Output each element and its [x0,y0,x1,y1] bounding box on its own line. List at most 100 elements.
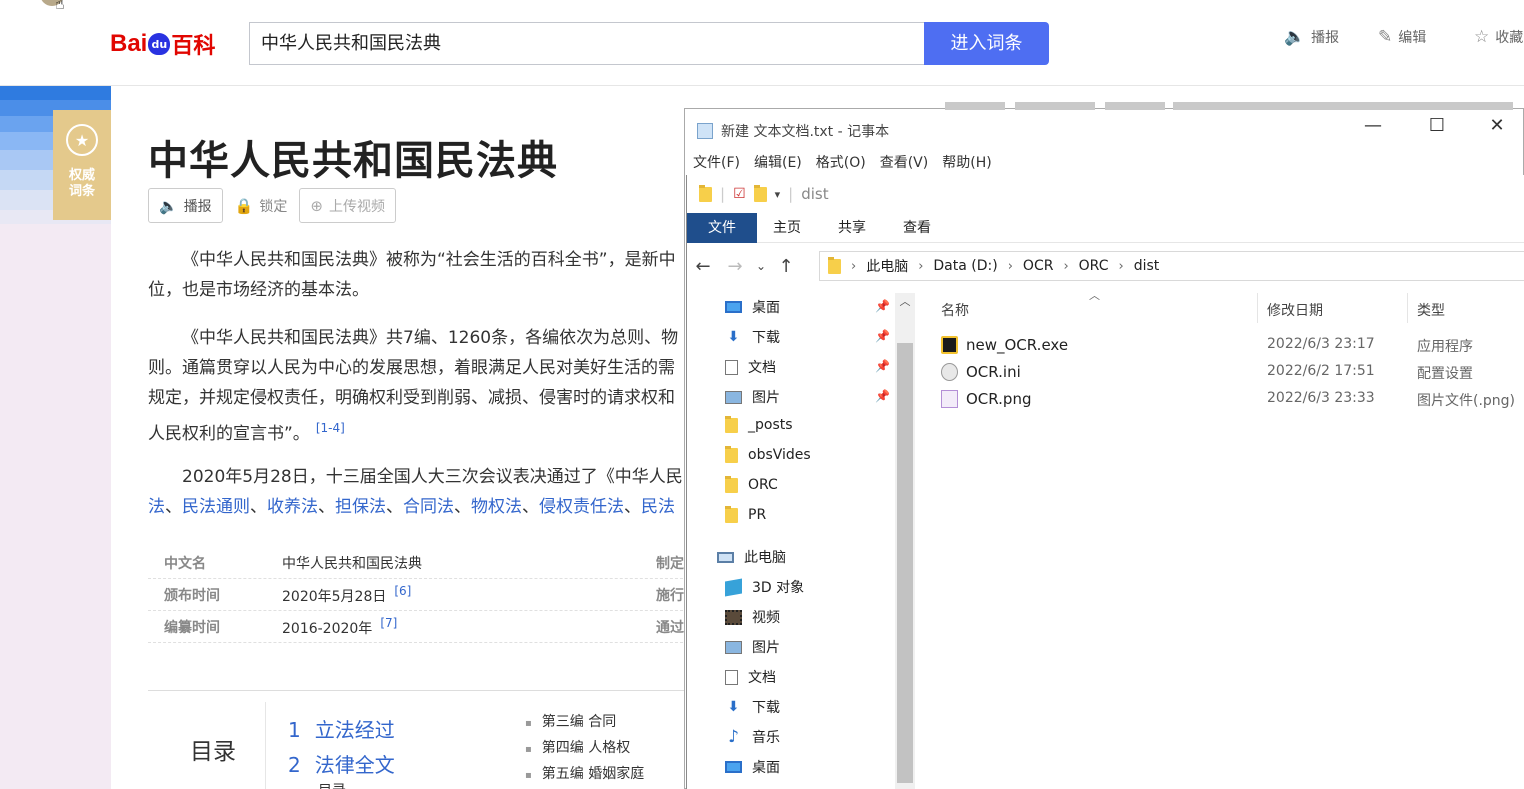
column-header-type[interactable]: 类型 [1417,300,1445,320]
file-row[interactable]: new_OCR.exe 2022/6/3 23:17 应用程序 [915,332,1524,359]
pin-icon[interactable]: 📌 [875,299,890,313]
law-link[interactable]: 民法 [641,497,675,517]
column-divider[interactable] [1257,293,1258,323]
breadcrumb-item[interactable]: OCR [1023,258,1054,274]
toc-item[interactable]: 目录 [318,780,346,789]
law-link[interactable]: 民法通则 [182,497,250,517]
explorer-title: dist [801,185,829,203]
file-row[interactable]: OCR.png 2022/6/3 23:33 图片文件(.png) [915,386,1524,413]
law-link[interactable]: 收养法 [267,497,318,517]
scroll-up-chevron-icon[interactable]: ︿ [895,293,915,309]
search-input[interactable]: 中华人民共和国民法典 [249,22,925,65]
tree-item-3d-objects[interactable]: 3D 对象 [725,577,804,597]
tree-item-pictures[interactable]: 图片 [725,387,780,407]
breadcrumb-item[interactable]: ORC [1079,258,1109,274]
tab-view[interactable]: 查看 [903,213,931,243]
menu-file[interactable]: 文件(F) [693,152,740,172]
toc-subitem[interactable]: 第三编 合同 [525,711,616,731]
favorite-tool-button[interactable]: ☆ 收藏 [1474,27,1523,47]
file-row[interactable]: OCR.ini 2022/6/2 17:51 配置设置 [915,359,1524,386]
upload-video-button[interactable]: ⊕ 上传视频 [299,188,396,223]
file-explorer-window[interactable]: | ☑ ▾ | dist 文件 主页 共享 查看 ← → ⌄ ↑ › 此电脑 ›… [686,175,1524,789]
tree-item-this-pc[interactable]: 此电脑 [717,547,786,567]
properties-checkbox-icon[interactable]: ☑ [733,186,746,202]
link-separator: 、 [522,497,539,517]
notepad-titlebar[interactable]: 新建 文本文档.txt - 记事本 [697,121,889,141]
tab-home[interactable]: 主页 [773,213,801,243]
column-divider[interactable] [1407,293,1408,323]
tree-item-music[interactable]: ♪ 音乐 [725,727,780,747]
info-row: 颁布时间 2020年5月28日 [6] 施行 [148,579,688,611]
file-list-header: ︿ 名称 修改日期 类型 [915,289,1524,323]
back-arrow-icon[interactable]: ← [687,256,719,277]
menu-format[interactable]: 格式(O) [816,152,866,172]
broadcast-button[interactable]: 🔈 播报 [148,188,223,223]
toc-subitem[interactable]: 第五编 婚姻家庭 [525,763,644,783]
breadcrumb-item[interactable]: dist [1134,258,1160,274]
breadcrumb-chevron-icon[interactable]: › [918,259,923,274]
breadcrumb-item[interactable]: Data (D:) [933,258,997,274]
pin-icon[interactable]: 📌 [875,389,890,403]
breadcrumb-chevron-icon[interactable]: › [1063,259,1068,274]
breadcrumb-chevron-icon[interactable]: › [851,259,856,274]
tree-item-label: 桌面 [752,300,780,316]
address-bar[interactable]: › 此电脑 › Data (D:) › OCR › ORC › dist [819,251,1524,281]
tab-file[interactable]: 文件 [687,213,757,243]
baidu-baike-logo[interactable]: Bai du 百科 [110,28,215,60]
new-folder-icon[interactable] [753,184,767,202]
recent-locations-chevron-icon[interactable]: ⌄ [751,259,771,273]
reference-link[interactable]: [7] [380,616,397,630]
tree-item-videos[interactable]: 视频 [725,607,780,627]
tree-item-orc[interactable]: ORC [725,475,778,493]
up-arrow-icon[interactable]: ↑ [771,256,801,277]
column-header-name[interactable]: 名称 [941,300,969,320]
menu-edit[interactable]: 编辑(E) [754,152,802,172]
law-link[interactable]: 侵权责任法 [539,497,624,517]
tab-share[interactable]: 共享 [838,213,866,243]
file-type: 应用程序 [1417,339,1473,355]
tree-item-pictures[interactable]: 图片 [725,637,780,657]
info-value: 2020年5月28日 [282,588,387,605]
reference-link[interactable]: [6] [394,584,411,598]
law-link[interactable]: 担保法 [335,497,386,517]
menu-help[interactable]: 帮助(H) [942,152,991,172]
lock-icon: 🔒 [234,196,254,215]
maximize-button[interactable]: ☐ [1417,115,1457,136]
tree-item-documents[interactable]: 文档 [725,667,776,687]
tree-item-downloads[interactable]: ⬇ 下载 [725,697,780,717]
tree-item-obsvides[interactable]: obsVides [725,445,811,463]
toc-subitem[interactable]: 第四编 人格权 [525,737,630,757]
column-header-date[interactable]: 修改日期 [1267,300,1323,320]
tree-item-label: ORC [748,477,778,493]
tree-item-posts[interactable]: _posts [725,415,793,433]
forward-arrow-icon[interactable]: → [719,256,751,277]
edit-tool-button[interactable]: ✎ 编辑 [1378,27,1426,47]
breadcrumb-item[interactable]: 此电脑 [866,256,908,276]
minimize-button[interactable]: — [1353,115,1393,136]
tree-item-pr[interactable]: PR [725,505,766,523]
pin-icon[interactable]: 📌 [875,329,890,343]
breadcrumb-chevron-icon[interactable]: › [1008,259,1013,274]
customize-dropdown-icon[interactable]: ▾ [775,188,781,201]
toc-item[interactable]: 2 法律全文 [288,749,395,778]
tree-item-desktop[interactable]: 桌面 [725,297,780,317]
reference-link[interactable]: [1-4] [316,421,345,435]
pin-icon[interactable]: 📌 [875,359,890,373]
lock-button[interactable]: 🔒 锁定 [231,188,292,223]
page-title: 中华人民共和国民法典 [148,138,558,184]
menu-view[interactable]: 查看(V) [880,152,929,172]
close-button[interactable]: ✕ [1477,115,1517,136]
tree-item-documents[interactable]: 文档 [725,357,776,377]
scrollbar-thumb[interactable] [897,343,913,783]
enter-entry-button[interactable]: 进入词条 [924,22,1049,65]
toc-item[interactable]: 1 立法经过 [288,714,395,743]
law-link[interactable]: 法 [148,497,165,517]
navigation-scrollbar[interactable]: ︿ [895,293,915,789]
law-link[interactable]: 物权法 [471,497,522,517]
tree-item-desktop[interactable]: 桌面 [725,757,780,777]
info-key: 通过 [656,619,684,636]
law-link[interactable]: 合同法 [403,497,454,517]
breadcrumb-chevron-icon[interactable]: › [1118,259,1123,274]
broadcast-tool-button[interactable]: 🔈 播报 [1284,27,1339,47]
tree-item-downloads[interactable]: ⬇ 下载 [725,327,780,347]
